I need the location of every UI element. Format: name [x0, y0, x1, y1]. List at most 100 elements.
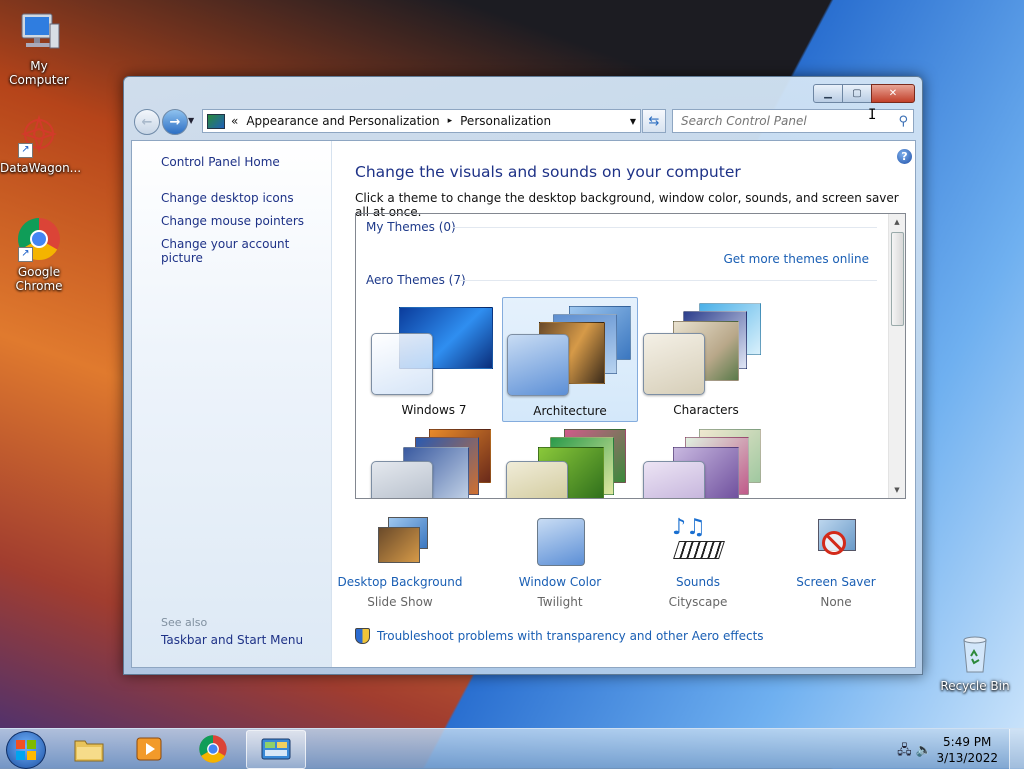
forward-button[interactable]: →: [162, 109, 188, 135]
desktop-icon-recycle-bin[interactable]: Recycle Bin: [936, 630, 1014, 693]
screen-saver-icon: [810, 517, 862, 567]
change-account-picture-link[interactable]: Change your account picture: [161, 237, 331, 265]
recycle-bin-icon: [952, 630, 998, 676]
taskbar-control-panel[interactable]: [246, 730, 306, 769]
aero-themes-group[interactable]: Aero Themes (7): [366, 273, 466, 287]
network-icon[interactable]: 🖧: [897, 743, 912, 758]
theme-list[interactable]: My Themes (0) Get more themes online Aer…: [355, 213, 906, 499]
show-desktop-button[interactable]: [1009, 729, 1024, 769]
page-title: Change the visuals and sounds on your co…: [355, 163, 741, 181]
windows-logo-icon: [16, 740, 36, 760]
breadcrumb-personalization[interactable]: Personalization: [460, 114, 551, 128]
window-color-link[interactable]: Window Color: [495, 575, 625, 589]
theme-nature[interactable]: [502, 425, 636, 498]
troubleshoot-aero-link[interactable]: Troubleshoot problems with transparency …: [355, 628, 764, 644]
search-icon[interactable]: ⚲: [898, 114, 908, 129]
start-button[interactable]: [6, 731, 46, 769]
window-color-swatch: [643, 333, 705, 395]
shortcut-arrow-icon: ↗: [18, 247, 33, 262]
taskbar-explorer[interactable]: [60, 730, 118, 767]
address-bar[interactable]: « Appearance and Personalization ▸ Perso…: [202, 109, 641, 133]
window-color-icon: [534, 517, 586, 567]
screen-saver-value: None: [820, 595, 852, 609]
task-pane: Control Panel Home Change desktop icons …: [132, 141, 332, 667]
change-desktop-icons-link[interactable]: Change desktop icons: [161, 191, 294, 205]
taskbar-media-player[interactable]: [120, 730, 178, 767]
window-color-swatch: [371, 461, 433, 498]
sounds-item[interactable]: ♪♫ Sounds Cityscape: [633, 517, 763, 610]
theme-label: Characters: [673, 403, 739, 417]
control-panel-icon: [261, 738, 291, 759]
sounds-link[interactable]: Sounds: [633, 575, 763, 589]
recent-pages-dropdown[interactable]: ▼: [188, 116, 194, 125]
desktop-background-icon: [374, 517, 428, 567]
window-color-item[interactable]: Window Color Twilight: [495, 517, 625, 609]
get-more-themes-link[interactable]: Get more themes online: [723, 252, 869, 266]
volume-icon[interactable]: 🔈: [916, 743, 932, 758]
theme-scenes[interactable]: [639, 425, 773, 498]
search-input[interactable]: [679, 113, 883, 129]
search-box[interactable]: ⚲: [672, 109, 914, 133]
my-themes-group[interactable]: My Themes (0): [366, 220, 456, 234]
desktop-icon-label: Recycle Bin: [940, 679, 1010, 693]
theme-label: Windows 7: [401, 403, 467, 417]
media-player-icon: [136, 737, 162, 760]
shortcut-arrow-icon: ↗: [18, 143, 33, 158]
group-divider: [452, 227, 877, 228]
desktop-icon-google-chrome[interactable]: ↗ Google Chrome: [0, 216, 78, 293]
change-mouse-pointers-link[interactable]: Change mouse pointers: [161, 214, 304, 228]
taskbar-start-menu-link[interactable]: Taskbar and Start Menu: [161, 633, 303, 647]
window-color-swatch: [506, 461, 568, 498]
sounds-icon: ♪♫: [672, 517, 725, 567]
scroll-down-icon[interactable]: ▼: [889, 482, 905, 498]
breadcrumb-overflow[interactable]: «: [231, 114, 238, 128]
uac-shield-icon: [355, 628, 370, 644]
personalization-window: ▁ ▢ ✕ ← → ▼ « Appearance and Personaliza…: [123, 76, 923, 675]
back-button[interactable]: ←: [134, 109, 160, 135]
group-divider: [458, 280, 877, 281]
chevron-down-icon[interactable]: ▼: [630, 117, 636, 126]
theme-label: Architecture: [533, 404, 607, 418]
close-button[interactable]: ✕: [871, 84, 915, 103]
desktop-background-link[interactable]: Desktop Background: [335, 575, 465, 589]
window-color-swatch: [507, 334, 569, 396]
notification-area[interactable]: 🖧 🔈: [897, 741, 932, 763]
theme-windows-7[interactable]: Windows 7: [367, 297, 501, 420]
desktop-icon-label: DataWagon...: [0, 161, 82, 175]
scroll-thumb[interactable]: [891, 232, 904, 326]
screen-saver-link[interactable]: Screen Saver: [771, 575, 901, 589]
refresh-button[interactable]: ⇆: [642, 109, 666, 133]
navigation-bar: ← → ▼ « Appearance and Personalization ▸…: [132, 107, 914, 135]
taskbar-chrome[interactable]: [184, 730, 242, 767]
desktop-icon-label: My Computer: [9, 59, 69, 87]
desktop-background-item[interactable]: Desktop Background Slide Show: [335, 517, 465, 609]
scroll-up-icon[interactable]: ▲: [889, 214, 905, 230]
maximize-button[interactable]: ▢: [842, 84, 872, 103]
control-panel-home-link[interactable]: Control Panel Home: [161, 155, 280, 169]
theme-landscapes[interactable]: [367, 425, 501, 498]
computer-icon: [16, 10, 62, 56]
see-also-heading: See also: [161, 616, 208, 629]
breadcrumb-appearance[interactable]: Appearance and Personalization: [246, 114, 439, 128]
desktop-icon-datawagon[interactable]: ↗ DataWagon...: [0, 112, 82, 175]
arrow-right-icon: →: [169, 114, 181, 130]
theme-list-scrollbar[interactable]: ▲ ▼: [888, 214, 905, 498]
client-area: Control Panel Home Change desktop icons …: [131, 140, 916, 668]
sounds-value: Cityscape: [668, 595, 728, 609]
theme-characters[interactable]: Characters: [639, 297, 773, 420]
clock[interactable]: 5:49 PM 3/13/2022: [936, 734, 998, 766]
desktop-background-value: Slide Show: [367, 595, 433, 609]
clock-time: 5:49 PM: [943, 735, 992, 749]
minimize-button[interactable]: ▁: [813, 84, 843, 103]
folder-icon: [74, 740, 104, 761]
main-pane: ? Change the visuals and sounds on your …: [332, 141, 915, 667]
breadcrumb-separator[interactable]: ▸: [448, 116, 453, 126]
refresh-icon: ⇆: [648, 113, 660, 129]
theme-architecture[interactable]: Architecture: [502, 297, 638, 422]
chevron-down-icon: ▼: [188, 116, 195, 125]
screen-saver-item[interactable]: Screen Saver None: [771, 517, 901, 609]
desktop-icon-my-computer[interactable]: My Computer: [0, 10, 78, 87]
window-color-value: Twilight: [537, 595, 583, 609]
window-color-swatch: [643, 461, 705, 498]
help-icon[interactable]: ?: [897, 149, 912, 164]
